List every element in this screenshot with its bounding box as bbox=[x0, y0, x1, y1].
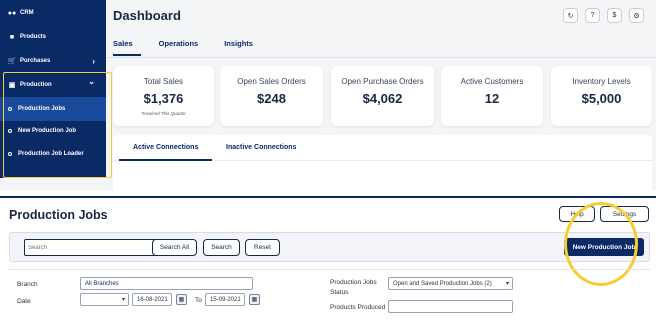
products-produced-label: Products Produced bbox=[330, 304, 386, 311]
cart-icon: 🛒 bbox=[7, 58, 17, 65]
search-all-button[interactable]: Search All bbox=[152, 239, 197, 256]
card-value: $1,376 bbox=[143, 91, 184, 106]
card-value: $4,062 bbox=[362, 91, 403, 106]
date-range-select[interactable]: ▾ bbox=[80, 293, 129, 306]
tab-operations[interactable]: Operations bbox=[159, 36, 207, 56]
chevron-right-icon: › bbox=[92, 56, 95, 66]
tab-active-connections[interactable]: Active Connections bbox=[133, 144, 198, 151]
status-select[interactable]: Open and Saved Production Jobs (2) ▾ bbox=[388, 277, 513, 290]
date-to-input[interactable]: 15-09-2021 bbox=[205, 293, 245, 306]
card-open-sales-orders: Open Sales Orders $248 bbox=[220, 66, 323, 126]
production-jobs-screen: Production Jobs Help Settings Search All… bbox=[0, 196, 656, 332]
card-inventory-levels: Inventory Levels $5,000 bbox=[551, 66, 652, 126]
card-label: Open Purchase Orders bbox=[341, 77, 424, 86]
products-produced-input[interactable] bbox=[388, 300, 513, 313]
card-label: Total Sales bbox=[143, 77, 184, 86]
sidebar-item-label: Products bbox=[20, 34, 47, 40]
page-title: Dashboard bbox=[113, 8, 181, 23]
header-icons: ↻ ? $ ⚙ bbox=[563, 8, 644, 23]
new-job-highlight-circle bbox=[564, 202, 638, 286]
card-open-purchase-orders: Open Purchase Orders $4,062 bbox=[331, 66, 434, 126]
tab-sales[interactable]: Sales bbox=[113, 36, 141, 56]
branch-value: All Branches bbox=[85, 280, 119, 287]
box-icon: ■ bbox=[9, 33, 15, 41]
branch-field[interactable]: All Branches bbox=[80, 277, 253, 290]
tab-inactive-connections[interactable]: Inactive Connections bbox=[226, 144, 296, 151]
reset-button[interactable]: Reset bbox=[245, 239, 280, 256]
card-label: Open Sales Orders bbox=[237, 77, 306, 86]
calendar-icon[interactable]: ▦ bbox=[249, 294, 260, 305]
tab-insights[interactable]: Insights bbox=[224, 36, 261, 56]
sidebar-item-purchases[interactable]: 🛒 Purchases › bbox=[0, 49, 106, 73]
sidebar-item-label: CRM bbox=[20, 10, 34, 16]
date-from-value: 16-08-2021 bbox=[137, 296, 168, 303]
date-label: Date bbox=[17, 298, 31, 305]
help-icon[interactable]: ? bbox=[585, 8, 600, 23]
search-button[interactable]: Search bbox=[203, 239, 240, 256]
tabs-divider bbox=[106, 57, 656, 58]
status-label-line2: Status bbox=[330, 289, 349, 296]
branch-label: Branch bbox=[17, 281, 38, 288]
status-value: Open and Saved Production Jobs (2) bbox=[393, 280, 492, 287]
active-tab-indicator bbox=[119, 159, 212, 161]
date-to-label: To bbox=[195, 297, 202, 304]
card-value: $248 bbox=[257, 91, 286, 106]
card-note: *Invoiced This Quarter bbox=[141, 111, 186, 116]
calendar-icon[interactable]: ▦ bbox=[176, 294, 187, 305]
card-total-sales: Total Sales $1,376 *Invoiced This Quarte… bbox=[113, 66, 214, 126]
page-title: Production Jobs bbox=[9, 208, 108, 222]
people-icon: ●● bbox=[7, 9, 17, 17]
chevron-down-icon: ▾ bbox=[121, 297, 125, 303]
card-value: $5,000 bbox=[581, 91, 622, 106]
sidebar-item-products[interactable]: ■ Products bbox=[0, 25, 106, 49]
status-label: Production Jobs Status bbox=[330, 279, 377, 296]
search-input[interactable] bbox=[24, 239, 157, 256]
card-active-customers: Active Customers 12 bbox=[441, 66, 543, 126]
date-from-input[interactable]: 16-08-2021 bbox=[132, 293, 172, 306]
search-toolbar: Search All Search Reset bbox=[9, 232, 650, 262]
dashboard-tabs: Sales Operations Insights bbox=[113, 36, 279, 56]
chevron-down-icon: ▾ bbox=[505, 281, 509, 287]
sidebar-item-label: Purchases bbox=[20, 58, 51, 64]
sidebar-item-crm[interactable]: ●● CRM bbox=[0, 1, 106, 25]
card-value: 12 bbox=[484, 91, 500, 106]
dashboard-screen: ●● CRM ■ Products 🛒 Purchases › ▣ Produc… bbox=[0, 0, 656, 190]
card-label: Inventory Levels bbox=[572, 77, 631, 86]
card-label: Active Customers bbox=[460, 77, 524, 86]
refresh-icon[interactable]: ↻ bbox=[563, 8, 578, 23]
divider bbox=[9, 269, 650, 270]
date-to-value: 15-09-2021 bbox=[210, 296, 241, 303]
status-label-line1: Production Jobs bbox=[330, 279, 377, 286]
gear-icon[interactable]: ⚙ bbox=[629, 8, 644, 23]
connections-panel: Active Connections Inactive Connections bbox=[113, 135, 652, 190]
production-menu-highlight bbox=[3, 72, 112, 178]
dollar-icon[interactable]: $ bbox=[607, 8, 622, 23]
